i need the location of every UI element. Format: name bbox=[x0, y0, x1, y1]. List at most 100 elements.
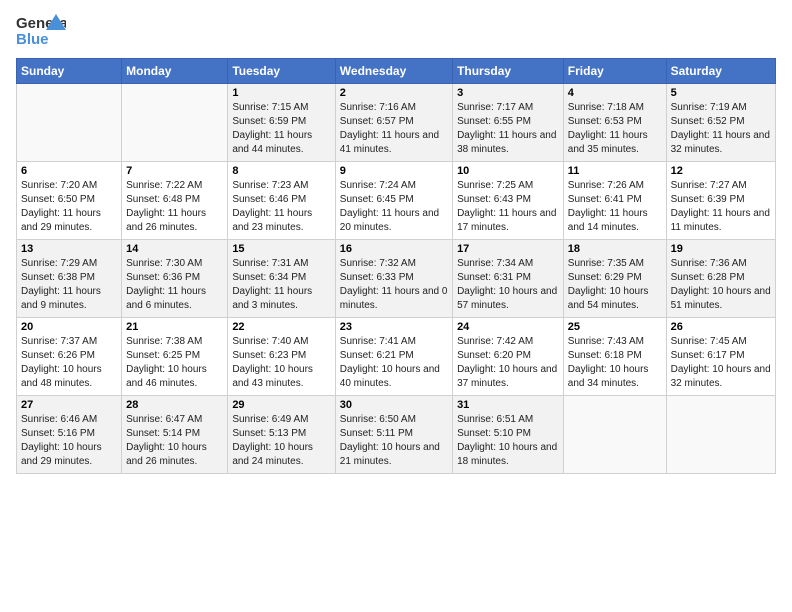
calendar-cell: 12 Sunrise: 7:27 AM Sunset: 6:39 PM Dayli… bbox=[666, 162, 775, 240]
day-info: Sunrise: 7:19 AM Sunset: 6:52 PM Dayligh… bbox=[671, 101, 771, 157]
calendar-cell: 10 Sunrise: 7:25 AM Sunset: 6:43 PM Dayli… bbox=[453, 162, 564, 240]
day-number: 27 bbox=[21, 399, 117, 411]
day-number: 8 bbox=[232, 165, 330, 177]
day-number: 1 bbox=[232, 87, 330, 99]
day-info: Sunrise: 7:30 AM Sunset: 6:36 PM Dayligh… bbox=[126, 257, 223, 313]
calendar-cell: 20 Sunrise: 7:37 AM Sunset: 6:26 PM Dayli… bbox=[17, 318, 122, 396]
calendar-cell: 11 Sunrise: 7:26 AM Sunset: 6:41 PM Dayli… bbox=[563, 162, 666, 240]
week-row-3: 13 Sunrise: 7:29 AM Sunset: 6:38 PM Dayli… bbox=[17, 240, 776, 318]
day-number: 18 bbox=[568, 243, 662, 255]
day-number: 9 bbox=[340, 165, 448, 177]
day-number: 28 bbox=[126, 399, 223, 411]
week-row-2: 6 Sunrise: 7:20 AM Sunset: 6:50 PM Daylig… bbox=[17, 162, 776, 240]
header-day-sunday: Sunday bbox=[17, 59, 122, 84]
calendar-cell: 18 Sunrise: 7:35 AM Sunset: 6:29 PM Dayli… bbox=[563, 240, 666, 318]
day-info: Sunrise: 7:22 AM Sunset: 6:48 PM Dayligh… bbox=[126, 179, 223, 235]
day-number: 21 bbox=[126, 321, 223, 333]
day-number: 24 bbox=[457, 321, 559, 333]
day-info: Sunrise: 7:40 AM Sunset: 6:23 PM Dayligh… bbox=[232, 335, 330, 391]
calendar-cell: 22 Sunrise: 7:40 AM Sunset: 6:23 PM Dayli… bbox=[228, 318, 335, 396]
week-row-1: 1 Sunrise: 7:15 AM Sunset: 6:59 PM Daylig… bbox=[17, 84, 776, 162]
header-day-tuesday: Tuesday bbox=[228, 59, 335, 84]
header-row: SundayMondayTuesdayWednesdayThursdayFrid… bbox=[17, 59, 776, 84]
day-number: 13 bbox=[21, 243, 117, 255]
calendar-cell: 27Sunrise: 6:46 AM Sunset: 5:16 PM Dayli… bbox=[17, 396, 122, 474]
day-number: 20 bbox=[21, 321, 117, 333]
day-info: Sunrise: 6:50 AM Sunset: 5:11 PM Dayligh… bbox=[340, 413, 448, 469]
calendar-cell: 4Sunrise: 7:18 AM Sunset: 6:53 PM Daylig… bbox=[563, 84, 666, 162]
calendar-cell: 26Sunrise: 7:45 AM Sunset: 6:17 PM Dayli… bbox=[666, 318, 775, 396]
calendar-cell: 15 Sunrise: 7:31 AM Sunset: 6:34 PM Dayli… bbox=[228, 240, 335, 318]
calendar-cell: 25Sunrise: 7:43 AM Sunset: 6:18 PM Dayli… bbox=[563, 318, 666, 396]
calendar-cell: 21Sunrise: 7:38 AM Sunset: 6:25 PM Dayli… bbox=[122, 318, 228, 396]
calendar-cell bbox=[17, 84, 122, 162]
header-day-friday: Friday bbox=[563, 59, 666, 84]
day-info: Sunrise: 7:25 AM Sunset: 6:43 PM Dayligh… bbox=[457, 179, 559, 235]
day-number: 14 bbox=[126, 243, 223, 255]
calendar-cell: 6 Sunrise: 7:20 AM Sunset: 6:50 PM Daylig… bbox=[17, 162, 122, 240]
day-info: Sunrise: 7:24 AM Sunset: 6:45 PM Dayligh… bbox=[340, 179, 448, 235]
day-info: Sunrise: 6:47 AM Sunset: 5:14 PM Dayligh… bbox=[126, 413, 223, 469]
day-info: Sunrise: 7:17 AM Sunset: 6:55 PM Dayligh… bbox=[457, 101, 559, 157]
header-day-thursday: Thursday bbox=[453, 59, 564, 84]
logo-svg: GeneralBlue bbox=[16, 12, 66, 50]
calendar-cell bbox=[563, 396, 666, 474]
day-number: 19 bbox=[671, 243, 771, 255]
day-info: Sunrise: 7:31 AM Sunset: 6:34 PM Dayligh… bbox=[232, 257, 330, 313]
calendar-cell bbox=[666, 396, 775, 474]
day-info: Sunrise: 7:15 AM Sunset: 6:59 PM Dayligh… bbox=[232, 101, 330, 157]
calendar-cell: 30Sunrise: 6:50 AM Sunset: 5:11 PM Dayli… bbox=[335, 396, 452, 474]
day-info: Sunrise: 6:51 AM Sunset: 5:10 PM Dayligh… bbox=[457, 413, 559, 469]
header: GeneralBlue bbox=[16, 12, 776, 50]
day-number: 11 bbox=[568, 165, 662, 177]
calendar-cell: 13 Sunrise: 7:29 AM Sunset: 6:38 PM Dayli… bbox=[17, 240, 122, 318]
day-number: 15 bbox=[232, 243, 330, 255]
day-info: Sunrise: 7:16 AM Sunset: 6:57 PM Dayligh… bbox=[340, 101, 448, 157]
day-info: Sunrise: 7:26 AM Sunset: 6:41 PM Dayligh… bbox=[568, 179, 662, 235]
day-info: Sunrise: 7:34 AM Sunset: 6:31 PM Dayligh… bbox=[457, 257, 559, 313]
day-number: 22 bbox=[232, 321, 330, 333]
day-number: 23 bbox=[340, 321, 448, 333]
day-number: 29 bbox=[232, 399, 330, 411]
day-number: 16 bbox=[340, 243, 448, 255]
calendar-cell: 3 Sunrise: 7:17 AM Sunset: 6:55 PM Daylig… bbox=[453, 84, 564, 162]
day-info: Sunrise: 7:27 AM Sunset: 6:39 PM Dayligh… bbox=[671, 179, 771, 235]
day-number: 17 bbox=[457, 243, 559, 255]
day-info: Sunrise: 6:49 AM Sunset: 5:13 PM Dayligh… bbox=[232, 413, 330, 469]
day-info: Sunrise: 7:20 AM Sunset: 6:50 PM Dayligh… bbox=[21, 179, 117, 235]
day-number: 5 bbox=[671, 87, 771, 99]
calendar-cell: 1 Sunrise: 7:15 AM Sunset: 6:59 PM Daylig… bbox=[228, 84, 335, 162]
day-info: Sunrise: 7:32 AM Sunset: 6:33 PM Dayligh… bbox=[340, 257, 448, 313]
day-info: Sunrise: 7:36 AM Sunset: 6:28 PM Dayligh… bbox=[671, 257, 771, 313]
svg-text:Blue: Blue bbox=[16, 31, 49, 48]
day-info: Sunrise: 7:41 AM Sunset: 6:21 PM Dayligh… bbox=[340, 335, 448, 391]
calendar-cell: 8 Sunrise: 7:23 AM Sunset: 6:46 PM Daylig… bbox=[228, 162, 335, 240]
day-number: 4 bbox=[568, 87, 662, 99]
calendar-cell: 9 Sunrise: 7:24 AM Sunset: 6:45 PM Daylig… bbox=[335, 162, 452, 240]
day-info: Sunrise: 7:37 AM Sunset: 6:26 PM Dayligh… bbox=[21, 335, 117, 391]
day-number: 31 bbox=[457, 399, 559, 411]
logo: GeneralBlue bbox=[16, 12, 66, 50]
day-info: Sunrise: 7:35 AM Sunset: 6:29 PM Dayligh… bbox=[568, 257, 662, 313]
calendar-cell: 2 Sunrise: 7:16 AM Sunset: 6:57 PM Daylig… bbox=[335, 84, 452, 162]
day-info: Sunrise: 7:29 AM Sunset: 6:38 PM Dayligh… bbox=[21, 257, 117, 313]
day-number: 10 bbox=[457, 165, 559, 177]
day-number: 3 bbox=[457, 87, 559, 99]
day-info: Sunrise: 7:43 AM Sunset: 6:18 PM Dayligh… bbox=[568, 335, 662, 391]
day-number: 12 bbox=[671, 165, 771, 177]
calendar-cell: 23 Sunrise: 7:41 AM Sunset: 6:21 PM Dayli… bbox=[335, 318, 452, 396]
header-day-wednesday: Wednesday bbox=[335, 59, 452, 84]
day-info: Sunrise: 7:23 AM Sunset: 6:46 PM Dayligh… bbox=[232, 179, 330, 235]
calendar-table: SundayMondayTuesdayWednesdayThursdayFrid… bbox=[16, 58, 776, 474]
day-number: 2 bbox=[340, 87, 448, 99]
day-info: Sunrise: 7:42 AM Sunset: 6:20 PM Dayligh… bbox=[457, 335, 559, 391]
day-number: 26 bbox=[671, 321, 771, 333]
calendar-cell: 28 Sunrise: 6:47 AM Sunset: 5:14 PM Dayli… bbox=[122, 396, 228, 474]
header-day-saturday: Saturday bbox=[666, 59, 775, 84]
day-number: 6 bbox=[21, 165, 117, 177]
calendar-cell: 29 Sunrise: 6:49 AM Sunset: 5:13 PM Dayli… bbox=[228, 396, 335, 474]
calendar-cell: 17 Sunrise: 7:34 AM Sunset: 6:31 PM Dayli… bbox=[453, 240, 564, 318]
week-row-4: 20 Sunrise: 7:37 AM Sunset: 6:26 PM Dayli… bbox=[17, 318, 776, 396]
calendar-cell: 7Sunrise: 7:22 AM Sunset: 6:48 PM Daylig… bbox=[122, 162, 228, 240]
calendar-cell: 19 Sunrise: 7:36 AM Sunset: 6:28 PM Dayli… bbox=[666, 240, 775, 318]
